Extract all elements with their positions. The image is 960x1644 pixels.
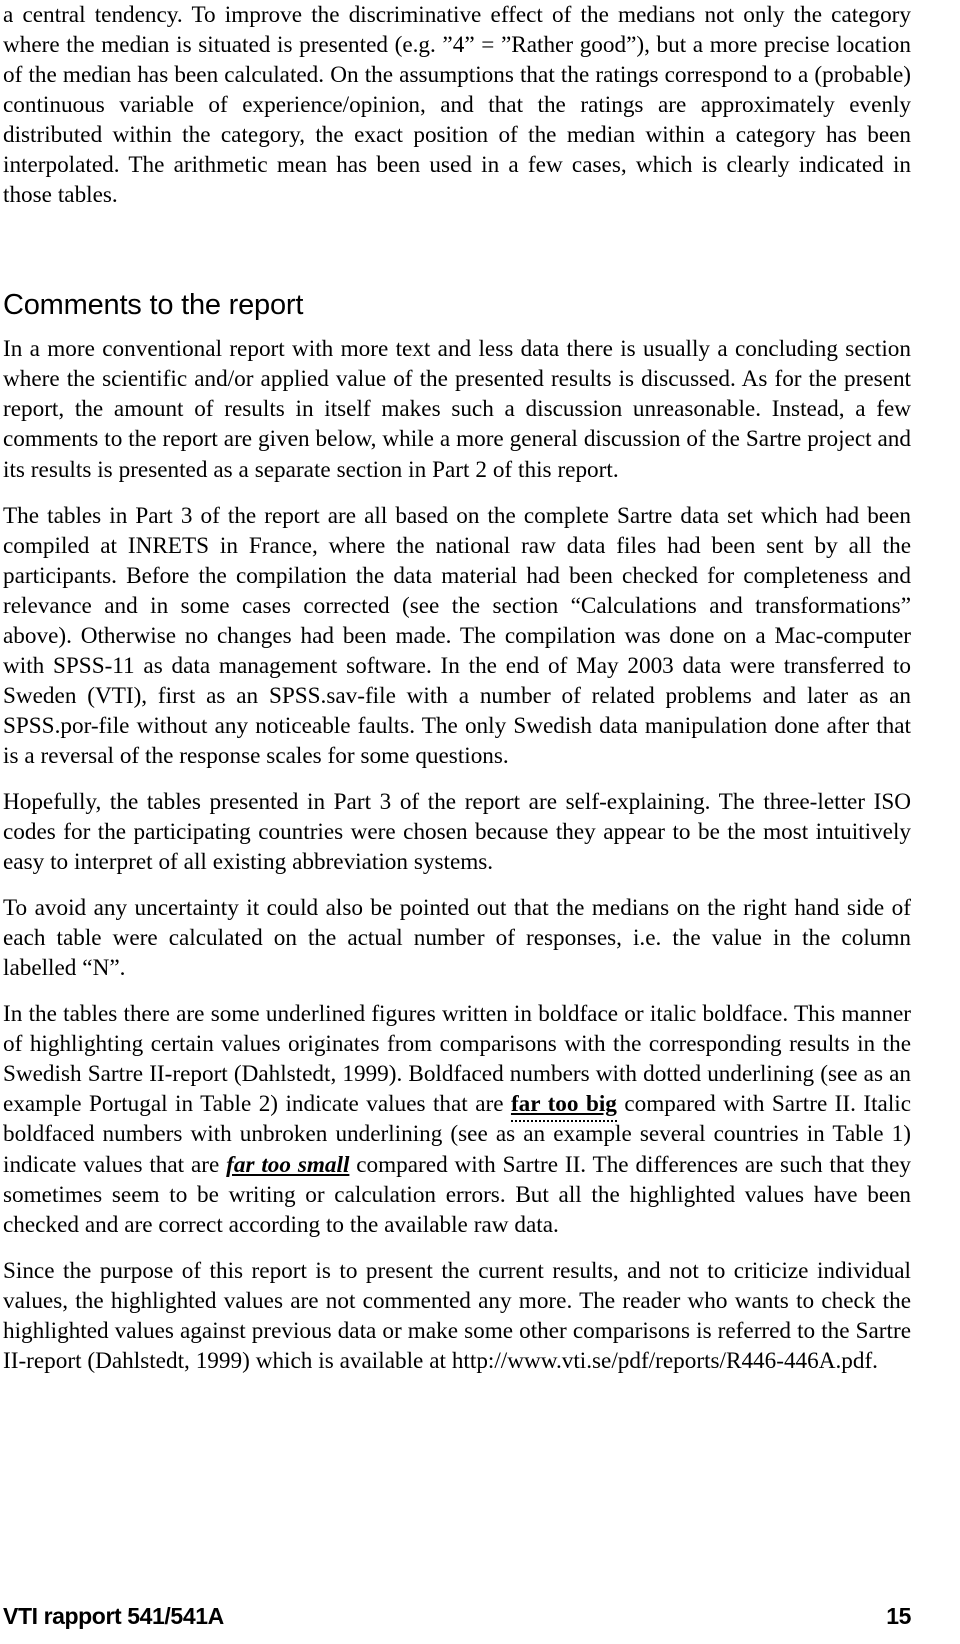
heading-spacer [3,322,911,334]
emphasis-far-too-small: far too small [226,1151,350,1178]
page-footer: VTI rapport 541/541A 15 [3,1603,911,1630]
emphasis-far-too-big: far too big [510,1091,617,1118]
footer-report-label: VTI rapport 541/541A [3,1603,224,1629]
page-title: Comments to the report [3,289,304,322]
paragraph-1: In a more conventional report with more … [3,336,911,483]
paragraph-3: Hopefully, the tables presented in Part … [3,788,911,876]
paragraph-5: In the tables there are some underlined … [3,999,911,1239]
paragraph-continued-intro: a central tendency. To improve the discr… [3,2,911,209]
document-page: a central tendency. To improve the discr… [3,0,911,1644]
paragraph-6: Since the purpose of this report is to p… [3,1257,911,1374]
footer-page-number: 15 [886,1603,911,1629]
paragraph-4: To avoid any uncertainty it could also b… [3,895,911,982]
paragraph-2: The tables in Part 3 of the report are a… [3,502,911,769]
